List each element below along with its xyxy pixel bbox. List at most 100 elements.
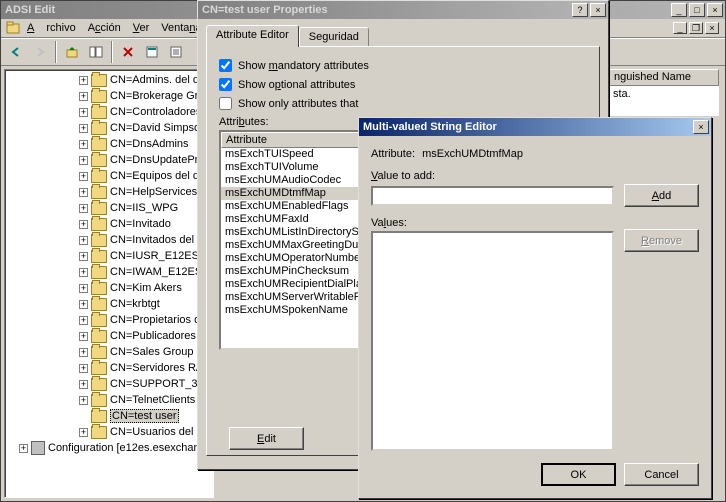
expand-icon[interactable]: + [79,92,88,101]
tree-view[interactable]: +CN=Admins. del dominio+CN=Brokerage Gro… [4,69,214,498]
expand-icon[interactable]: + [79,348,88,357]
tree-item[interactable]: +CN=Equipos del dominio [7,168,211,184]
tree-item[interactable]: + CN=Servidores RAS [7,360,211,376]
edit-button[interactable]: Edit [229,427,304,450]
folder-icon [91,346,107,359]
tree-label: CN=DnsAdmins [110,138,189,150]
menu-archivo[interactable]: Archivo [21,20,82,36]
expand-icon[interactable]: + [79,172,88,181]
expand-icon[interactable]: + [79,284,88,293]
chk-mandatory-box[interactable] [219,59,232,72]
forward-button[interactable] [29,41,51,63]
chk-optional-box[interactable] [219,78,232,91]
inner-close[interactable]: × [705,22,719,34]
tree-item-config[interactable]: +Configuration [e12es.esexchange.com] [7,440,211,456]
tree-item[interactable]: CN=test user [7,408,211,424]
tab-seguridad[interactable]: Seguridad [299,27,369,46]
help-button[interactable]: ? [572,3,588,17]
tree-item[interactable]: +CN=SUPPORT_388945a0 [7,376,211,392]
delete-button[interactable] [117,41,139,63]
expand-icon[interactable]: + [79,108,88,117]
expand-icon[interactable]: + [79,268,88,277]
no-expand [79,412,88,421]
menu-ver[interactable]: Ver [127,20,156,36]
tree-item[interactable]: +CN=Usuarios del dominio [7,424,211,440]
chk-only-values-box[interactable] [219,97,232,110]
expand-icon[interactable]: + [79,380,88,389]
inner-restore[interactable]: ❐ [689,22,703,34]
tree-item[interactable]: +CN=HelpServicesGroup [7,184,211,200]
expand-icon[interactable]: + [79,364,88,373]
tree-label: CN=Servidores RAS [110,362,211,374]
multivalue-editor-dialog: Multi-valued String Editor × Attribute: … [358,117,712,499]
tree-item[interactable]: +CN=IWAM_E12ES [7,264,211,280]
mv-close-button[interactable]: × [693,120,709,134]
tree-label: CN=krbtgt [110,298,160,310]
folder-icon [91,330,107,343]
refresh-button[interactable] [141,41,163,63]
tree-item[interactable]: +CN=Admins. del dominio [7,72,211,88]
expand-icon[interactable]: + [79,124,88,133]
tree-label: CN=Controladores [110,106,201,118]
expand-icon[interactable]: + [79,76,88,85]
inner-minimize[interactable]: _ [673,22,687,34]
tab-attribute-editor[interactable]: Attribute Editor [206,25,299,47]
expand-icon[interactable]: + [79,316,88,325]
database-icon [31,441,45,455]
maximize-button[interactable]: □ [689,3,705,17]
mv-title: Multi-valued String Editor [361,121,691,133]
chk-mandatory[interactable]: Show mandatory attributes [219,59,587,72]
tree-item[interactable]: + CN=Controladores [7,104,211,120]
tree-item[interactable]: +CN=Kim Akers [7,280,211,296]
folder-icon [91,74,107,87]
tree-item[interactable]: +CN=IIS_WPG [7,200,211,216]
add-button[interactable]: Add [624,184,699,207]
expand-icon[interactable]: + [79,204,88,213]
tree-item[interactable]: +CN=David Simpson [7,120,211,136]
ok-button[interactable]: OK [541,463,616,486]
tree-item[interactable]: +CN=DnsUpdateProxy [7,152,211,168]
mv-titlebar[interactable]: Multi-valued String Editor × [359,118,711,136]
tree-item[interactable]: +CN=TelnetClients [7,392,211,408]
expand-icon[interactable]: + [19,444,28,453]
up-button[interactable] [61,41,83,63]
tree-item[interactable]: + CN=krbtgt [7,296,211,312]
expand-icon[interactable]: + [79,188,88,197]
expand-icon[interactable]: + [79,156,88,165]
expand-icon[interactable]: + [79,236,88,245]
tree-item[interactable]: +CN=Invitados del dominio [7,232,211,248]
folder-icon [91,218,107,231]
tree-item[interactable]: +CN=Propietarios del dominio [7,312,211,328]
cancel-button[interactable]: Cancel [624,463,699,486]
mv-attr-value: msExchUMDtmfMap [422,148,523,160]
chk-optional[interactable]: Show optional attributes [219,78,587,91]
expand-icon[interactable]: + [79,300,88,309]
show-tree-button[interactable] [85,41,107,63]
values-listbox[interactable] [371,231,614,451]
folder-icon [91,410,107,423]
tree-item[interactable]: +CN=IUSR_E12ES [7,248,211,264]
back-button[interactable] [5,41,27,63]
minimize-button[interactable]: _ [671,3,687,17]
properties-button[interactable] [165,41,187,63]
chk-only-values[interactable]: Show only attributes that [219,97,587,110]
tree-item[interactable]: +CN=Publicadores [7,328,211,344]
expand-icon[interactable]: + [79,220,88,229]
expand-icon[interactable]: + [79,396,88,405]
close-button[interactable]: × [707,3,723,17]
mv-value-label: Value to add: [371,170,699,182]
folder-icon [91,426,107,439]
expand-icon[interactable]: + [79,252,88,261]
expand-icon[interactable]: + [79,332,88,341]
value-to-add-input[interactable] [371,186,614,206]
app-icon [5,20,21,36]
tree-item[interactable]: +CN=Brokerage Group [7,88,211,104]
menu-accion[interactable]: Acción [82,20,127,36]
tree-item[interactable]: +CN=Invitado [7,216,211,232]
expand-icon[interactable]: + [79,428,88,437]
prop-close-button[interactable]: × [590,3,606,17]
tree-item[interactable]: +CN=Sales Group [7,344,211,360]
tree-item[interactable]: + CN=DnsAdmins [7,136,211,152]
folder-icon [91,314,107,327]
expand-icon[interactable]: + [79,140,88,149]
